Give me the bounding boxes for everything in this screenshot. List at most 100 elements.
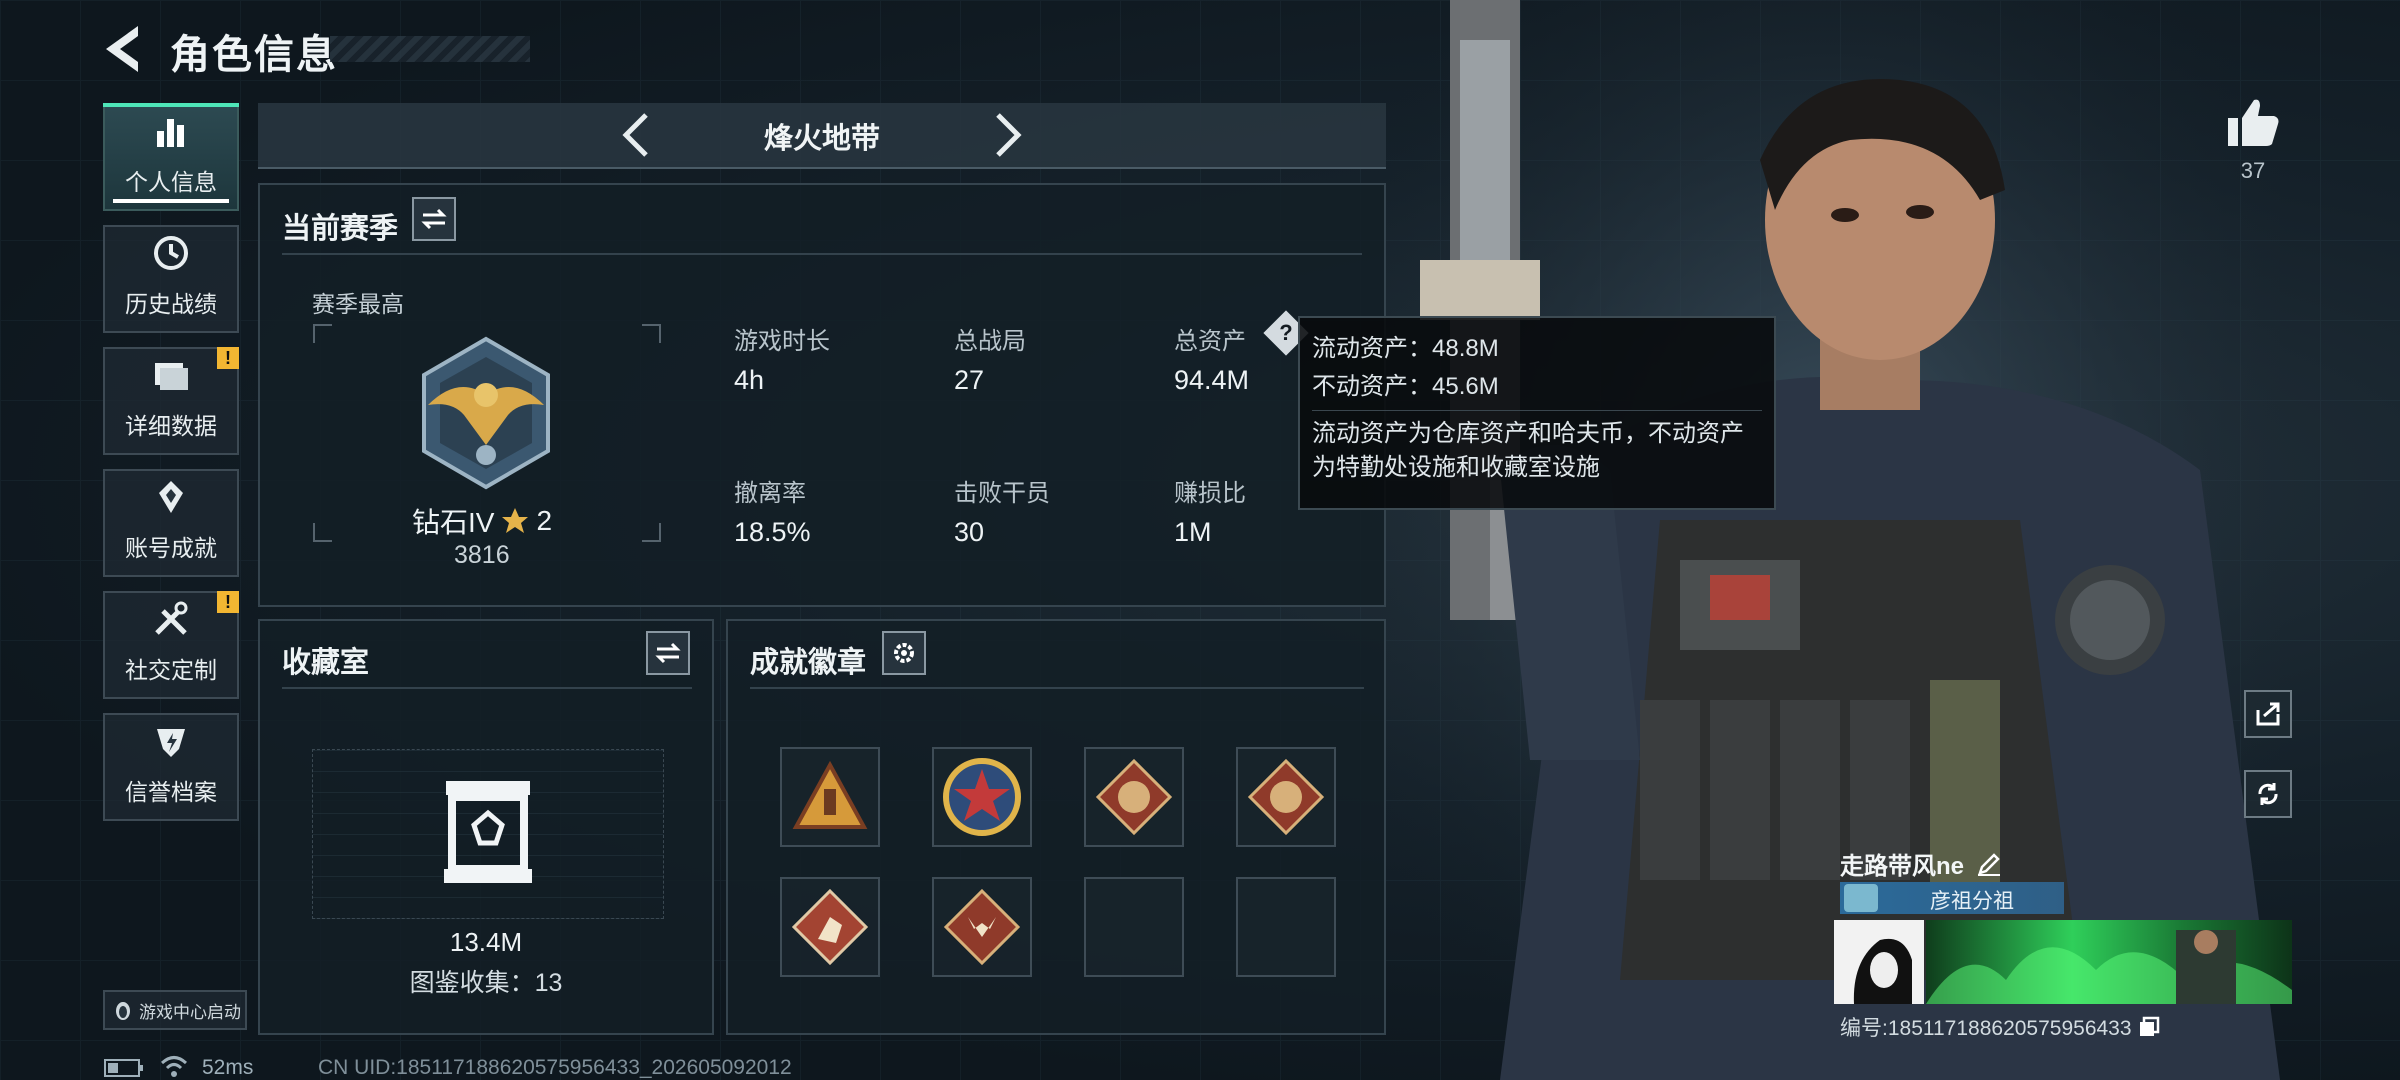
player-id: 编号:185117188620575956433 xyxy=(1840,1017,2132,1040)
nav-item-label: 信誉档案 xyxy=(125,779,217,805)
player-name: 走路带风ne xyxy=(1840,853,1965,880)
dragon-diamond-badge-icon xyxy=(1247,758,1325,836)
nav-item-personal-info[interactable]: 个人信息 xyxy=(103,103,239,211)
collection-value: 13.4M xyxy=(449,927,523,957)
mode-title: 烽火地带 xyxy=(763,123,880,155)
thumbs-up-icon[interactable] xyxy=(2226,98,2280,148)
wifi-icon xyxy=(160,1056,188,1077)
achievement-badge-slot[interactable] xyxy=(1236,747,1336,847)
rank-diamond-emblem-icon xyxy=(422,336,550,490)
stat-total-assets-label: 总资产 xyxy=(1174,328,1246,355)
nav-item-social-custom[interactable]: ! 社交定制 xyxy=(103,591,239,699)
folder-icon xyxy=(155,363,188,390)
page-title: 角色信息 xyxy=(170,33,338,77)
back-arrow-icon[interactable] xyxy=(100,22,150,76)
stat-total-matches-label: 总战局 xyxy=(954,328,1026,355)
nav-item-label: 账号成就 xyxy=(125,535,217,561)
rank-score: 3816 xyxy=(454,541,510,569)
ping-value: 52ms xyxy=(202,1056,254,1079)
share-button[interactable] xyxy=(2244,690,2292,738)
stat-profit-ratio-value: 1M xyxy=(1174,517,1212,547)
swap-arrows-icon xyxy=(421,208,447,230)
stat-kills-value: 30 xyxy=(954,517,985,547)
penguin-icon xyxy=(116,1002,130,1020)
achievement-badge-slot[interactable] xyxy=(1084,747,1184,847)
stat-total-matches-value: 27 xyxy=(954,365,985,395)
achievements-settings-button[interactable] xyxy=(882,631,926,675)
collection-divider xyxy=(282,687,692,689)
season-switch-button[interactable] xyxy=(412,197,456,241)
season-best-label: 赛季最高 xyxy=(312,291,404,317)
rotate-icon xyxy=(2258,783,2278,805)
rotate-button[interactable] xyxy=(2244,770,2292,818)
nav-item-achievements[interactable]: 账号成就 xyxy=(103,469,239,577)
player-banner xyxy=(1926,920,2292,1004)
stat-extract-rate-label: 撤离率 xyxy=(734,480,806,507)
season-divider xyxy=(282,253,1362,255)
battery-icon xyxy=(104,1059,143,1077)
rank-name: 钻石IV xyxy=(412,507,495,538)
likes-count: 37 xyxy=(2240,158,2266,183)
collection-title: 收藏室 xyxy=(282,647,370,679)
stat-profit-ratio-label: 赚损比 xyxy=(1174,480,1246,507)
nav-item-label: 个人信息 xyxy=(125,169,217,195)
star-roundel-badge-icon xyxy=(943,758,1021,836)
collection-switch-button[interactable] xyxy=(646,631,690,675)
stat-total-assets-value: 94.4M xyxy=(1174,365,1250,395)
achievements-divider xyxy=(750,687,1364,689)
nav-item-label: 社交定制 xyxy=(125,657,217,683)
star-icon xyxy=(502,508,529,533)
nav-item-history[interactable]: 历史战绩 xyxy=(103,225,239,333)
achievement-badge-slot[interactable] xyxy=(932,877,1032,977)
character-render xyxy=(1380,0,2280,1080)
uid-label: CN UID:185117188620575956433_20260509201… xyxy=(318,1056,792,1079)
player-avatar[interactable] xyxy=(1834,920,1924,1004)
tooltip-fixed-assets: 不动资产：45.6M xyxy=(1312,373,1499,400)
shield-credit-icon xyxy=(157,729,185,757)
season-panel-title: 当前赛季 xyxy=(282,213,399,245)
stat-play-time-value: 4h xyxy=(734,365,765,395)
achievement-badge-slot-empty[interactable] xyxy=(1236,877,1336,977)
player-id-row: 编号:185117188620575956433 xyxy=(1840,1012,2160,1042)
achievement-badge-slot-empty[interactable] xyxy=(1084,877,1184,977)
alert-badge: ! xyxy=(217,347,239,369)
share-icon xyxy=(2256,702,2280,726)
gear-icon xyxy=(894,643,914,663)
collection-count: 图鉴收集：13 xyxy=(409,969,563,997)
title-stripe-decoration xyxy=(330,36,530,62)
group-tag: 彦祖分祖 xyxy=(1840,882,2064,914)
display-case-icon xyxy=(444,781,532,883)
bar-chart-icon xyxy=(157,119,184,147)
tooltip-divider xyxy=(1312,410,1762,411)
alert-badge: ! xyxy=(217,591,239,613)
achievements-panel: 成就徽章 xyxy=(726,619,1386,1035)
diamond-medal-icon xyxy=(159,481,183,513)
nav-item-detailed-data[interactable]: ! 详细数据 xyxy=(103,347,239,455)
nav-item-credit-file[interactable]: 信誉档案 xyxy=(103,713,239,821)
game-center-launch-button[interactable]: 游戏中心启动 xyxy=(103,990,247,1030)
runner-diamond-badge-icon xyxy=(791,888,869,966)
group-name: 彦祖分祖 xyxy=(1930,890,2014,913)
edit-pencil-icon[interactable] xyxy=(1976,851,2002,877)
player-name-row: 走路带风ne xyxy=(1840,846,2002,881)
banner-flame-art xyxy=(1926,930,2292,1004)
achievement-badge-slot[interactable] xyxy=(780,747,880,847)
achievements-title: 成就徽章 xyxy=(750,647,867,679)
wolf-diamond-badge-icon xyxy=(943,888,1021,966)
tooltip-note-line1: 流动资产为仓库资产和哈夫币，不动资产 xyxy=(1312,420,1744,447)
next-mode-chevron-icon[interactable] xyxy=(990,111,1026,159)
wrench-screwdriver-icon xyxy=(155,601,188,635)
achievement-badge-slot[interactable] xyxy=(932,747,1032,847)
season-panel: 当前赛季 赛季最高 钻石IV 2 3816 游戏时长 4h 总战局 27 总资产… xyxy=(258,183,1386,607)
nav-item-label: 详细数据 xyxy=(125,413,217,439)
achievement-badge-slot[interactable] xyxy=(780,877,880,977)
collection-panel: 收藏室 13.4M 图鉴收集：13 xyxy=(258,619,714,1035)
stat-play-time-label: 游戏时长 xyxy=(734,328,830,355)
avatar-portrait-icon xyxy=(1853,938,1912,1004)
tooltip-liquid-assets: 流动资产：48.8M xyxy=(1312,335,1499,362)
swap-arrows-icon xyxy=(655,642,681,664)
nav-item-label: 历史战绩 xyxy=(125,291,217,317)
assets-tooltip: 流动资产：48.8M 不动资产：45.6M 流动资产为仓库资产和哈夫币，不动资产… xyxy=(1298,316,1776,510)
copy-icon[interactable] xyxy=(2138,1016,2160,1038)
triangle-warning-badge-icon xyxy=(792,760,868,829)
